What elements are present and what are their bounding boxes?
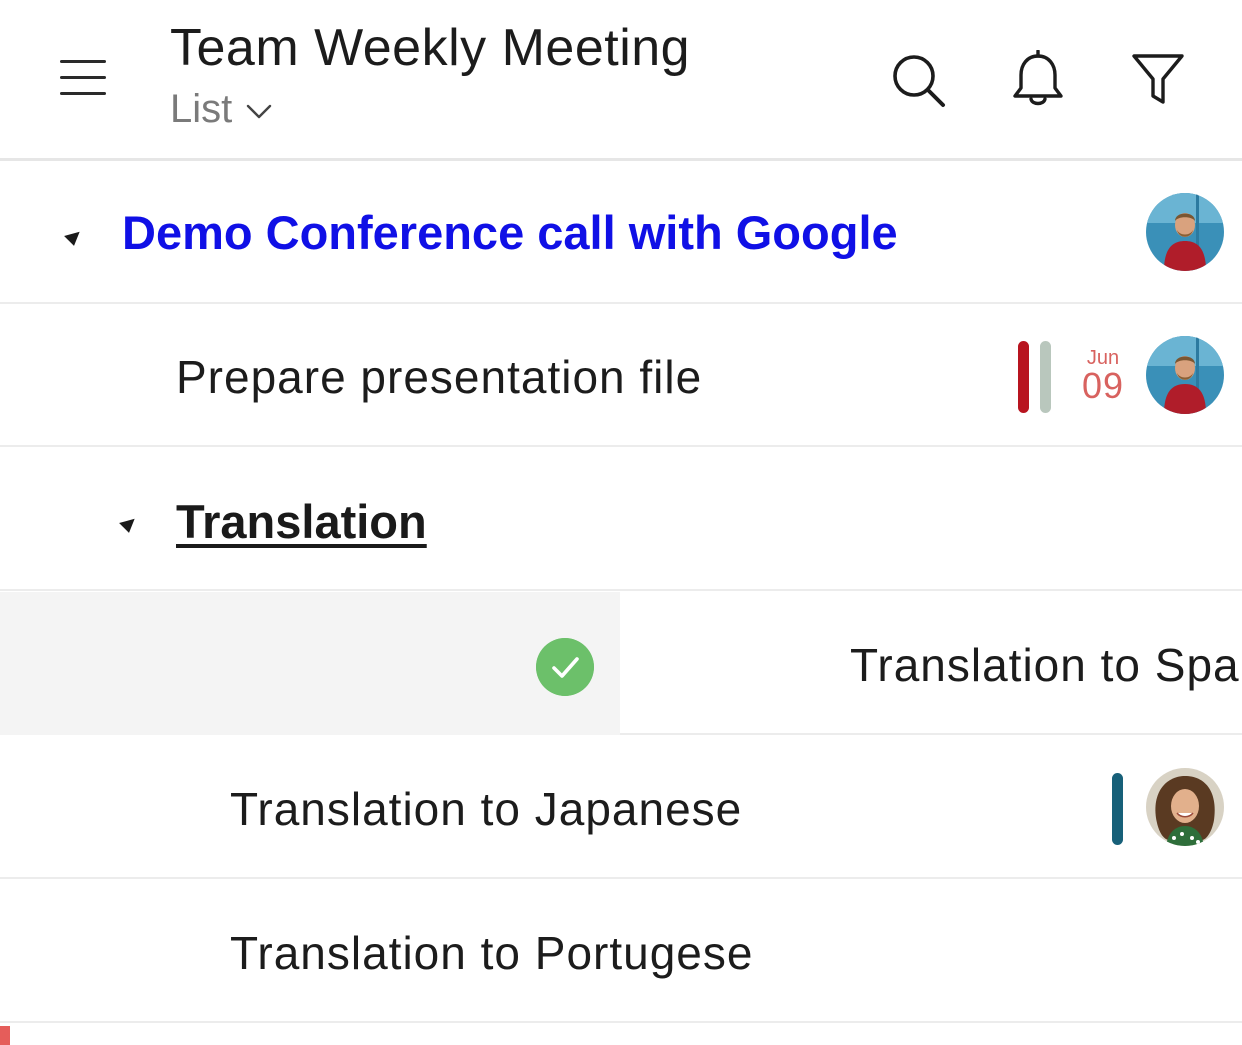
- group-row[interactable]: Demo Conference call with Google: [0, 161, 1242, 304]
- avatar[interactable]: [1146, 336, 1224, 414]
- task-title[interactable]: Prepare presentation file: [176, 350, 702, 404]
- floating-indicator: [0, 1026, 10, 1045]
- task-row[interactable]: Translation to Portugese: [0, 880, 1242, 1023]
- tag-bar: [1040, 341, 1051, 413]
- task-row[interactable]: Prepare presentation file Jun 09: [0, 304, 1242, 447]
- tag-bar: [1112, 773, 1123, 845]
- group-title[interactable]: Demo Conference call with Google: [122, 205, 898, 260]
- due-date-day: 09: [1081, 365, 1125, 406]
- app-header: Team Weekly Meeting List: [0, 0, 1242, 161]
- chevron-down-icon: [247, 104, 272, 119]
- view-label: List: [170, 86, 233, 131]
- menu-icon[interactable]: [58, 56, 110, 100]
- swipe-action-area[interactable]: [0, 592, 620, 735]
- search-icon[interactable]: [888, 50, 948, 110]
- woman-avatar-image: [1146, 768, 1224, 846]
- view-selector[interactable]: List: [170, 84, 272, 134]
- task-row[interactable]: Translation to Japanese: [0, 736, 1242, 879]
- due-date[interactable]: Jun 09: [1073, 348, 1133, 404]
- task-row-swiped[interactable]: Translation to Spa: [0, 592, 1242, 735]
- task-title[interactable]: Translation to Portugese: [230, 926, 753, 980]
- collapse-triangle-icon[interactable]: [119, 513, 139, 533]
- group-title[interactable]: Translation: [176, 494, 427, 549]
- group-row[interactable]: Translation: [0, 448, 1242, 591]
- collapse-triangle-icon[interactable]: [64, 226, 84, 246]
- filter-icon[interactable]: [1128, 50, 1188, 110]
- man-avatar-image: [1146, 193, 1224, 271]
- avatar[interactable]: [1146, 193, 1224, 271]
- man-avatar-image: [1146, 336, 1224, 414]
- tag-bar: [1018, 341, 1029, 413]
- task-title[interactable]: Translation to Japanese: [230, 782, 742, 836]
- complete-check-icon[interactable]: [536, 638, 594, 696]
- avatar[interactable]: [1146, 768, 1224, 846]
- task-title[interactable]: Translation to Spa: [850, 638, 1240, 692]
- bell-icon[interactable]: [1008, 50, 1068, 110]
- page-title: Team Weekly Meeting: [170, 19, 691, 77]
